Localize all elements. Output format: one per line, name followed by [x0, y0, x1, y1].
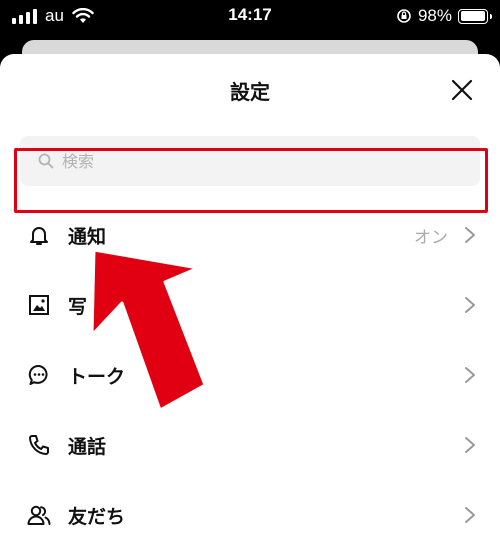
settings-item-label: 写	[68, 295, 88, 318]
sheet-header: 設定	[0, 54, 500, 128]
close-icon[interactable]	[450, 78, 474, 102]
settings-item-label: トーク	[68, 365, 126, 388]
settings-item-photos[interactable]: 写	[0, 270, 500, 340]
chevron-right-icon	[465, 507, 475, 523]
search-input[interactable]	[62, 151, 442, 171]
chevron-right-icon	[465, 297, 475, 313]
settings-item-label: 友だち	[68, 505, 126, 528]
chevron-right-icon	[465, 437, 475, 453]
page-title: 設定	[230, 80, 270, 104]
settings-item-chats[interactable]: トーク	[0, 340, 500, 410]
settings-item-notifications[interactable]: 通知 オン	[0, 200, 500, 270]
status-right: 98%	[396, 0, 492, 32]
settings-item-calls[interactable]: 通話	[0, 410, 500, 480]
settings-item-value: オン	[414, 227, 448, 248]
friends-icon	[26, 502, 52, 528]
settings-item-label: 通知	[68, 225, 107, 248]
phone-icon	[26, 432, 52, 458]
battery-fill	[460, 11, 485, 21]
battery-percent: 98%	[417, 6, 452, 25]
bell-icon	[26, 222, 52, 248]
photo-icon	[26, 292, 52, 318]
chat-bubble-icon	[26, 362, 52, 388]
orientation-lock-icon	[397, 9, 411, 23]
status-bar: au 14:17 98%	[0, 0, 500, 32]
chevron-right-icon	[465, 227, 475, 243]
search-icon	[38, 153, 54, 169]
settings-sheet: 設定 通知 オン	[0, 54, 500, 540]
search-bar[interactable]	[20, 136, 480, 186]
battery-icon	[458, 8, 492, 24]
chevron-right-icon	[465, 367, 475, 383]
settings-list: 通知 オン 写 トーク 通話 友だち	[0, 200, 500, 540]
settings-item-friends[interactable]: 友だち	[0, 480, 500, 540]
settings-item-label: 通話	[68, 435, 107, 458]
